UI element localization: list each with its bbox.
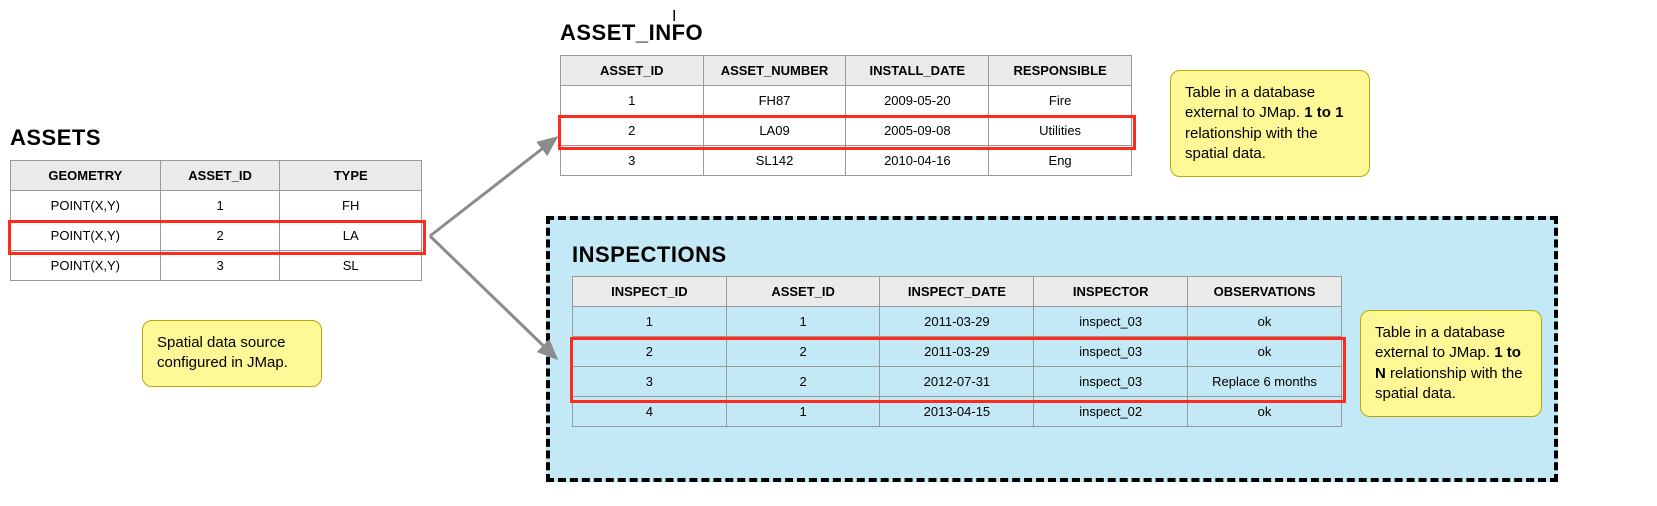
note-text-pre: Table in a database external to JMap. (1375, 324, 1505, 361)
table-header-row: GEOMETRY ASSET_ID TYPE (11, 161, 422, 191)
table-row: 1 1 2011-03-29 inspect_03 ok (573, 307, 1342, 337)
inspections-title: INSPECTIONS (572, 242, 727, 268)
col-asset-number: ASSET_NUMBER (703, 56, 846, 86)
note-text-pre: Table in a database external to JMap. (1185, 84, 1315, 121)
asset-info-note: Table in a database external to JMap. 1 … (1170, 70, 1370, 177)
col-asset-id: ASSET_ID (561, 56, 704, 86)
col-inspector: INSPECTOR (1034, 277, 1188, 307)
table-header-row: ASSET_ID ASSET_NUMBER INSTALL_DATE RESPO… (561, 56, 1132, 86)
table-row: 4 1 2013-04-15 inspect_02 ok (573, 397, 1342, 427)
arrow-assets-to-inspections (430, 236, 556, 358)
col-install-date: INSTALL_DATE (846, 56, 989, 86)
col-asset-id: ASSET_ID (160, 161, 280, 191)
assets-title: ASSETS (10, 125, 101, 151)
table-row: POINT(X,Y) 1 FH (11, 191, 422, 221)
asset-info-table: ASSET_ID ASSET_NUMBER INSTALL_DATE RESPO… (560, 55, 1132, 176)
arrow-assets-to-assetinfo (430, 138, 556, 236)
col-inspect-id: INSPECT_ID (573, 277, 727, 307)
col-observations: OBSERVATIONS (1188, 277, 1342, 307)
note-text-bold: 1 to 1 (1304, 104, 1343, 121)
table-row: POINT(X,Y) 2 LA (11, 221, 422, 251)
inspections-table: INSPECT_ID ASSET_ID INSPECT_DATE INSPECT… (572, 276, 1342, 427)
col-type: TYPE (280, 161, 422, 191)
note-text: Spatial data source configured in JMap. (157, 334, 288, 371)
table-row: 3 2 2012-07-31 inspect_03 Replace 6 mont… (573, 367, 1342, 397)
table-row: POINT(X,Y) 3 SL (11, 251, 422, 281)
assets-table: GEOMETRY ASSET_ID TYPE POINT(X,Y) 1 FH P… (10, 160, 422, 281)
inspections-note: Table in a database external to JMap. 1 … (1360, 310, 1542, 417)
table-row: 3 SL142 2010-04-16 Eng (561, 146, 1132, 176)
col-geometry: GEOMETRY (11, 161, 161, 191)
table-header-row: INSPECT_ID ASSET_ID INSPECT_DATE INSPECT… (573, 277, 1342, 307)
asset-info-title: ASSET_INFO (560, 20, 703, 46)
col-inspect-date: INSPECT_DATE (880, 277, 1034, 307)
col-responsible: RESPONSIBLE (989, 56, 1132, 86)
note-text-post: relationship with the spatial data. (1375, 365, 1523, 402)
assets-note: Spatial data source configured in JMap. (142, 320, 322, 387)
table-row: 1 FH87 2009-05-20 Fire (561, 86, 1132, 116)
col-asset-id: ASSET_ID (726, 277, 880, 307)
note-text-post: relationship with the spatial data. (1185, 125, 1318, 162)
table-row: 2 2 2011-03-29 inspect_03 ok (573, 337, 1342, 367)
table-row: 2 LA09 2005-09-08 Utilities (561, 116, 1132, 146)
